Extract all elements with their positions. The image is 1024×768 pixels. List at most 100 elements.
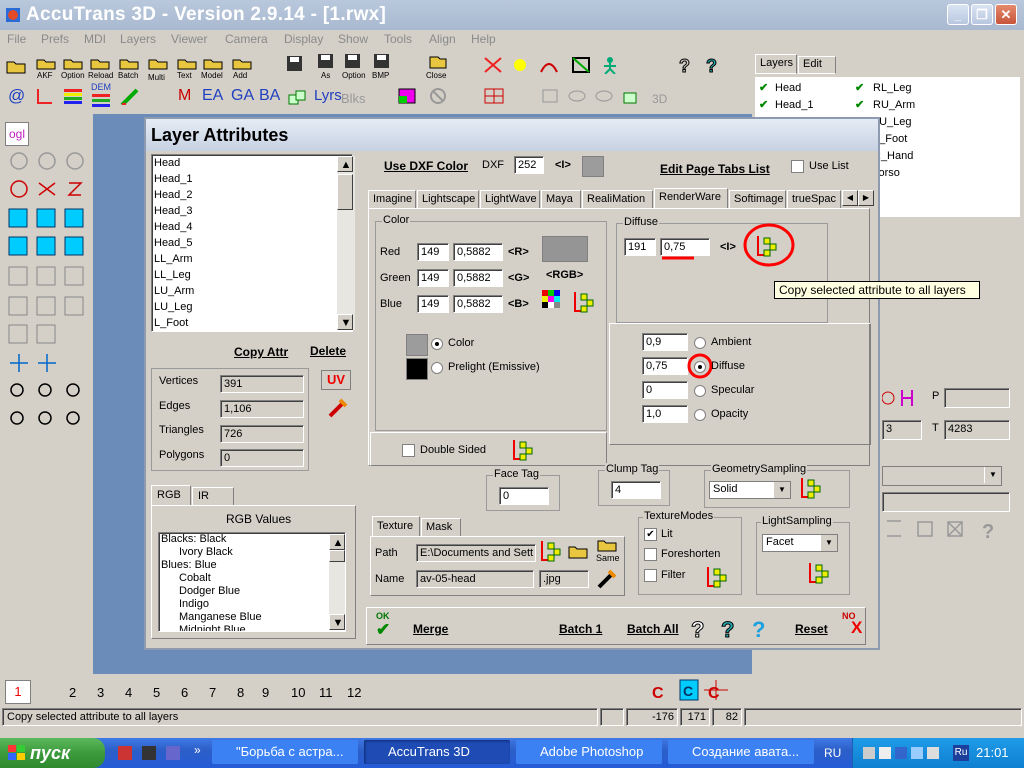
list-item[interactable]: Cobalt: [159, 572, 345, 585]
rgb-values-list[interactable]: Blacks: Black Ivory Black Blues: Blue Co…: [158, 532, 346, 632]
delete-link[interactable]: Delete: [310, 344, 346, 358]
dxf-value-field[interactable]: 252: [514, 156, 544, 174]
ba-label[interactable]: BA: [259, 87, 280, 105]
language-indicator[interactable]: RU: [824, 746, 841, 760]
menu-prefs[interactable]: Prefs: [41, 32, 69, 46]
filter-checkbox[interactable]: [644, 569, 657, 582]
double-sided-checkbox[interactable]: [402, 444, 415, 457]
layer-check-head1[interactable]: Head_1: [775, 99, 814, 111]
copy-attribute-icon[interactable]: [705, 565, 729, 589]
akf-folder-icon[interactable]: [36, 54, 56, 72]
batch-all-link[interactable]: Batch All: [627, 622, 679, 636]
tab-texture[interactable]: Texture: [372, 516, 420, 536]
menu-tools[interactable]: Tools: [384, 32, 412, 46]
option-folder-icon[interactable]: [63, 54, 83, 72]
cubes-icon[interactable]: [287, 89, 307, 107]
quick-launch-icons[interactable]: [116, 745, 196, 762]
help-query-icon[interactable]: ?: [678, 56, 698, 74]
list-item[interactable]: Blacks: Black: [159, 533, 345, 546]
page-tab-9[interactable]: 9: [262, 685, 269, 700]
use-dxf-color-link[interactable]: Use DXF Color: [384, 159, 468, 173]
diffuse-int-field[interactable]: 191: [624, 238, 656, 256]
rgb-tag-button[interactable]: <RGB>: [546, 269, 583, 281]
clump-tag-field[interactable]: 4: [611, 481, 661, 499]
quick-launch-more-icon[interactable]: »: [194, 743, 201, 757]
menu-layers[interactable]: Layers: [120, 32, 156, 46]
edit-page-tabs-link[interactable]: Edit Page Tabs List: [660, 162, 770, 176]
page-tab-12[interactable]: 12: [347, 685, 361, 700]
multi-folder-icon[interactable]: [148, 54, 168, 72]
scroll-up-icon[interactable]: ▲: [329, 534, 345, 550]
copy-attribute-icon[interactable]: [799, 476, 823, 500]
dxf-color-swatch[interactable]: [582, 156, 604, 177]
reset-link[interactable]: Reset: [795, 622, 828, 636]
blue-tag-button[interactable]: <B>: [508, 298, 529, 310]
green-int-field[interactable]: 149: [417, 269, 449, 287]
pencil-icon[interactable]: [120, 87, 140, 105]
tab-scroll-right-icon[interactable]: ▶: [858, 190, 874, 206]
tab-maya[interactable]: Maya: [541, 190, 581, 208]
menu-help[interactable]: Help: [471, 32, 496, 46]
color-radio[interactable]: [431, 338, 443, 350]
menu-viewer[interactable]: Viewer: [171, 32, 207, 46]
uv-paint-icon[interactable]: [326, 396, 350, 420]
close-file-icon[interactable]: [428, 53, 448, 71]
bmp-icon[interactable]: [372, 53, 392, 71]
prelight-radio[interactable]: [431, 362, 443, 374]
page-tab-4[interactable]: 4: [125, 685, 132, 700]
scroll-down-icon[interactable]: ▼: [337, 314, 353, 330]
layer-check-rl-leg[interactable]: RL_Leg: [873, 82, 912, 94]
color-square-icon[interactable]: [398, 87, 418, 105]
path-field[interactable]: E:\Documents and Sett: [416, 544, 536, 562]
diffuse-field[interactable]: 0,75: [642, 357, 688, 375]
page-tab-5[interactable]: 5: [153, 685, 160, 700]
copy-attribute-icon[interactable]: [511, 438, 535, 462]
save-as-icon[interactable]: [316, 53, 336, 71]
page-tab-2[interactable]: 2: [69, 685, 76, 700]
page-tab-11[interactable]: 11: [319, 685, 333, 700]
list-item[interactable]: Head_1: [152, 171, 352, 187]
ga-label[interactable]: GA: [231, 87, 254, 105]
scroll-down-icon[interactable]: ▼: [329, 614, 345, 630]
tab-mask[interactable]: Mask: [421, 518, 461, 536]
taskbar-item-3[interactable]: Adobe Photoshop: [516, 740, 662, 764]
add-folder-icon[interactable]: [232, 54, 252, 72]
layer-check-ru-arm[interactable]: RU_Arm: [873, 99, 915, 111]
extension-field[interactable]: .jpg: [539, 570, 589, 588]
red-float-field[interactable]: 0,5882: [453, 243, 503, 261]
tab-scroll-left-icon[interactable]: ◀: [842, 190, 858, 206]
merge-link[interactable]: Merge: [413, 622, 448, 636]
name-field[interactable]: av-05-head: [416, 570, 534, 588]
palette-icon[interactable]: [542, 290, 566, 314]
specular-radio[interactable]: [694, 385, 706, 397]
layer-check-head[interactable]: Head: [775, 82, 801, 94]
menu-show[interactable]: Show: [338, 32, 368, 46]
ok-check-icon[interactable]: ✔: [376, 620, 390, 640]
foreshorten-checkbox[interactable]: [644, 548, 657, 561]
specular-field[interactable]: 0: [642, 381, 688, 399]
page-tab-6[interactable]: 6: [181, 685, 188, 700]
list-item[interactable]: Blues: Blue: [159, 559, 345, 572]
dem-label[interactable]: DEM: [91, 82, 111, 92]
list-item[interactable]: LU_Arm: [152, 283, 352, 299]
list-item[interactable]: Midnight Blue: [159, 624, 345, 631]
taskbar-item-2[interactable]: AccuTrans 3D: [364, 740, 510, 764]
scroll-thumb[interactable]: [329, 550, 345, 562]
same-folder-icon[interactable]: [597, 538, 617, 552]
lit-checkbox[interactable]: ✔: [644, 528, 657, 541]
help-query-icon[interactable]: ?: [689, 616, 715, 643]
layer-list[interactable]: Head Head_1 Head_2 Head_3 Head_4 Head_5 …: [151, 154, 355, 332]
m-icon[interactable]: M: [178, 87, 191, 105]
figure-icon[interactable]: [600, 56, 620, 74]
tab-realimation[interactable]: RealiMation: [582, 190, 653, 208]
red-int-field[interactable]: 149: [417, 243, 449, 261]
tray-language[interactable]: Ru: [953, 745, 969, 761]
dxf-i-button[interactable]: <I>: [555, 159, 571, 171]
layer-list-scrollbar[interactable]: ▲ ▼: [337, 156, 355, 330]
tab-ir[interactable]: IR: [192, 487, 234, 505]
lyrs-label[interactable]: Lyrs: [314, 87, 342, 104]
list-item[interactable]: LL_Leg: [152, 267, 352, 283]
menu-align[interactable]: Align: [429, 32, 456, 46]
red-tag-button[interactable]: <R>: [508, 246, 529, 258]
camera-tools-icons[interactable]: C C C: [648, 678, 734, 704]
